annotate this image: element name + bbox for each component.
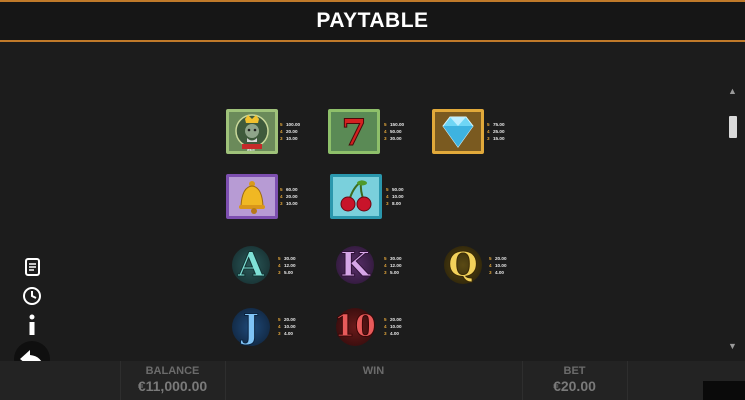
q-symbol: Q (440, 242, 486, 288)
diamond-paytable: 5 75.00 4 25.00 3 15.00 (487, 122, 505, 141)
k-paytable: 5 30.00 4 12.00 3 5.00 (384, 256, 402, 275)
wild-banner-text: WILD (247, 148, 255, 152)
balance-value: €11,000.00 (137, 378, 208, 394)
bet-display: BET €20.00 (522, 361, 627, 400)
king-symbol: WILD (226, 109, 278, 154)
bet-value: €20.00 (553, 378, 596, 394)
corner-panel (703, 381, 745, 400)
paytable-header: PAYTABLE (0, 0, 745, 42)
page-title: PAYTABLE (316, 9, 429, 32)
bell-paytable: 5 60.00 4 20.00 3 10.00 (280, 187, 298, 206)
seven-paytable: 5 150.00 4 50.00 3 30.00 (384, 122, 405, 141)
k-symbol: K (332, 242, 378, 288)
svg-text:7: 7 (341, 112, 366, 151)
a-glyph: A (237, 245, 265, 285)
history-icon (23, 287, 41, 305)
diamond-symbol (432, 109, 484, 154)
scroll-down-arrow-icon[interactable]: ▼ (728, 341, 737, 351)
ten-paytable: 5 20.00 4 10.00 3 4.00 (384, 317, 402, 336)
j-glyph: J (242, 307, 260, 347)
king-icon (235, 114, 269, 149)
king-paytable: 5 100.00 4 20.00 3 10.00 (280, 122, 301, 141)
paytable-scroll-icon (25, 258, 40, 276)
win-label: WIN (362, 365, 385, 377)
q-glyph: Q (448, 245, 479, 285)
ten-symbol: 10 (332, 304, 378, 350)
win-display: WIN (225, 361, 522, 400)
footer-bar: BALANCE €11,000.00 WIN BET €20.00 (0, 361, 745, 400)
scroll-up-arrow-icon[interactable]: ▲ (728, 86, 737, 96)
balance-label: BALANCE (145, 365, 200, 377)
cherry-symbol (330, 174, 382, 219)
a-symbol: A (228, 242, 274, 288)
j-paytable: 5 20.00 4 10.00 3 4.00 (278, 317, 296, 336)
j-symbol: J (228, 304, 274, 350)
info-icon (29, 314, 35, 335)
scrollbar[interactable]: ▲ ▼ (726, 86, 740, 356)
cherry-icon (340, 180, 372, 212)
seven-icon: 7 (341, 112, 367, 155)
balance-display: BALANCE €11,000.00 (120, 361, 225, 400)
q-paytable: 5 20.00 4 10.00 3 4.00 (489, 256, 507, 275)
seven-symbol: 7 (328, 109, 380, 155)
bell-symbol (226, 174, 278, 219)
ten-glyph: 10 (334, 309, 377, 344)
scroll-thumb[interactable] (729, 116, 737, 138)
k-glyph: K (340, 245, 371, 285)
paytable-button[interactable] (18, 253, 46, 281)
history-button[interactable] (18, 282, 46, 310)
info-button[interactable] (18, 311, 46, 339)
bet-label: BET (563, 365, 586, 377)
cherry-paytable: 5 50.00 4 10.00 3 8.00 (386, 187, 404, 206)
diamond-icon (442, 116, 474, 148)
a-paytable: 5 30.00 4 12.00 3 5.00 (278, 256, 296, 275)
bell-icon (239, 181, 265, 214)
